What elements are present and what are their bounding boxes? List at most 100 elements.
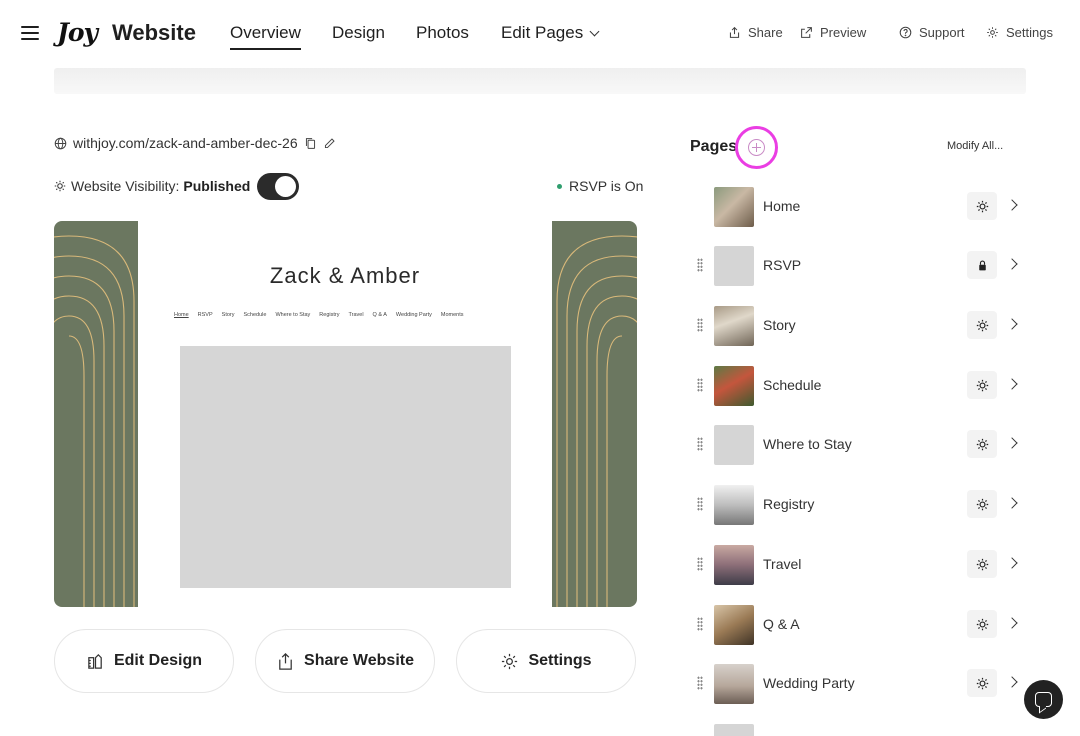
rsvp-status: RSVP is On xyxy=(557,178,643,194)
gear-icon xyxy=(502,653,518,669)
edit-design-label: Edit Design xyxy=(113,652,202,669)
share-website-label: Share Website xyxy=(304,652,414,669)
share-link[interactable]: Share xyxy=(728,25,783,40)
site-menu-item: Home xyxy=(174,312,189,318)
hamburger-menu-icon[interactable] xyxy=(21,26,39,40)
page-thumbnail xyxy=(714,187,754,227)
share-website-button[interactable]: Share Website xyxy=(255,629,435,693)
drag-handle-icon[interactable] xyxy=(697,676,703,690)
visibility-toggle[interactable] xyxy=(257,173,299,200)
page-row-schedule[interactable]: Schedule xyxy=(690,363,1030,409)
page-name: Q & A xyxy=(763,616,800,632)
copy-icon[interactable] xyxy=(304,137,317,150)
tab-design[interactable]: Design xyxy=(332,23,385,43)
status-dot xyxy=(557,183,562,189)
settings-button-label: Settings xyxy=(528,652,592,669)
visibility-badge[interactable] xyxy=(967,311,997,339)
share-icon xyxy=(729,26,740,38)
plus-circle-icon xyxy=(748,139,765,156)
tab-photos-label: Photos xyxy=(416,23,469,42)
page-row-wedding-party[interactable]: Wedding Party xyxy=(690,661,1030,707)
external-link-icon xyxy=(801,27,812,38)
chevron-right-icon[interactable] xyxy=(1006,258,1018,270)
page-row-partial[interactable] xyxy=(690,721,1030,736)
page-thumbnail xyxy=(714,485,754,525)
chevron-right-icon[interactable] xyxy=(1006,437,1018,449)
settings-link[interactable]: Settings xyxy=(986,25,1053,40)
globe-icon xyxy=(54,137,67,149)
page-row-q-and-a[interactable]: Q & A xyxy=(690,602,1030,648)
chevron-right-icon[interactable] xyxy=(1006,318,1018,330)
drag-handle-icon[interactable] xyxy=(697,318,703,332)
page-thumbnail xyxy=(714,545,754,585)
site-menu-item: Moments xyxy=(440,312,464,318)
tab-photos[interactable]: Photos xyxy=(416,23,469,43)
modify-all-link[interactable]: Modify All... xyxy=(947,140,1003,152)
drag-handle-icon[interactable] xyxy=(697,258,703,272)
chevron-down-icon xyxy=(589,26,600,37)
drag-handle-icon[interactable] xyxy=(697,497,703,511)
page-name: Story xyxy=(763,317,796,333)
edit-design-button[interactable]: Edit Design xyxy=(54,629,234,693)
page-name: RSVP xyxy=(763,257,802,273)
page-row-travel[interactable]: Travel xyxy=(690,542,1030,588)
site-menu-item: Where to Stay xyxy=(275,312,311,318)
sun-icon xyxy=(976,200,988,212)
tab-design-label: Design xyxy=(332,23,385,42)
chevron-right-icon[interactable] xyxy=(1006,557,1018,569)
chevron-right-icon[interactable] xyxy=(1006,676,1018,688)
design-tools-icon xyxy=(88,653,102,669)
settings-button[interactable]: Settings xyxy=(456,629,636,693)
chat-bubble-icon xyxy=(1035,692,1052,707)
visibility-badge[interactable] xyxy=(967,371,997,399)
site-menu-item: Story xyxy=(221,312,235,318)
page-name: Travel xyxy=(763,556,802,572)
visibility-badge[interactable] xyxy=(967,192,997,220)
chevron-right-icon[interactable] xyxy=(1006,617,1018,629)
page-thumbnail xyxy=(714,366,754,406)
preview-link[interactable]: Preview xyxy=(800,25,866,40)
chevron-right-icon[interactable] xyxy=(1006,199,1018,211)
drag-handle-icon[interactable] xyxy=(697,378,703,392)
page-name: Wedding Party xyxy=(763,675,855,691)
visibility-badge[interactable] xyxy=(967,490,997,518)
settings-label: Settings xyxy=(1006,25,1053,40)
sun-icon xyxy=(976,677,988,689)
visibility-badge[interactable] xyxy=(967,251,997,279)
visibility-badge[interactable] xyxy=(967,550,997,578)
site-menu: Home RSVP Story Schedule Where to Stay R… xyxy=(174,312,464,318)
page-name: Where to Stay xyxy=(763,436,852,452)
sun-icon xyxy=(976,558,988,570)
tab-edit-pages[interactable]: Edit Pages xyxy=(501,23,600,43)
drag-handle-icon[interactable] xyxy=(697,437,703,451)
page-row-home[interactable]: Home xyxy=(690,184,1030,230)
page-thumbnail xyxy=(714,724,754,736)
pencil-icon[interactable] xyxy=(323,137,336,150)
page-row-registry[interactable]: Registry xyxy=(690,482,1030,528)
visibility-badge[interactable] xyxy=(967,669,997,697)
page-row-where-to-stay[interactable]: Where to Stay xyxy=(690,422,1030,468)
page-thumbnail xyxy=(714,664,754,704)
chevron-right-icon[interactable] xyxy=(1006,497,1018,509)
website-preview[interactable]: Zack & Amber Home RSVP Story Schedule Wh… xyxy=(54,221,637,607)
page-thumbnail xyxy=(714,425,754,465)
tab-overview[interactable]: Overview xyxy=(230,23,301,50)
share-icon xyxy=(279,652,292,670)
add-page-button[interactable] xyxy=(735,126,778,169)
page-thumbnail xyxy=(714,246,754,286)
drag-handle-icon[interactable] xyxy=(697,557,703,571)
preview-page: Zack & Amber Home RSVP Story Schedule Wh… xyxy=(138,221,552,607)
page-row-rsvp[interactable]: RSVP xyxy=(690,243,1030,289)
site-menu-item: Registry xyxy=(319,312,340,318)
chat-button[interactable] xyxy=(1024,680,1063,719)
sun-icon xyxy=(976,319,988,331)
chevron-right-icon[interactable] xyxy=(1006,378,1018,390)
visibility-badge[interactable] xyxy=(967,610,997,638)
website-url[interactable]: withjoy.com/zack-and-amber-dec-26 xyxy=(73,135,298,151)
visibility-badge[interactable] xyxy=(967,430,997,458)
joy-logo[interactable]: Joy xyxy=(57,18,98,47)
drag-handle-icon[interactable] xyxy=(697,617,703,631)
support-label: Support xyxy=(919,25,965,40)
page-row-story[interactable]: Story xyxy=(690,303,1030,349)
support-link[interactable]: Support xyxy=(899,25,965,40)
